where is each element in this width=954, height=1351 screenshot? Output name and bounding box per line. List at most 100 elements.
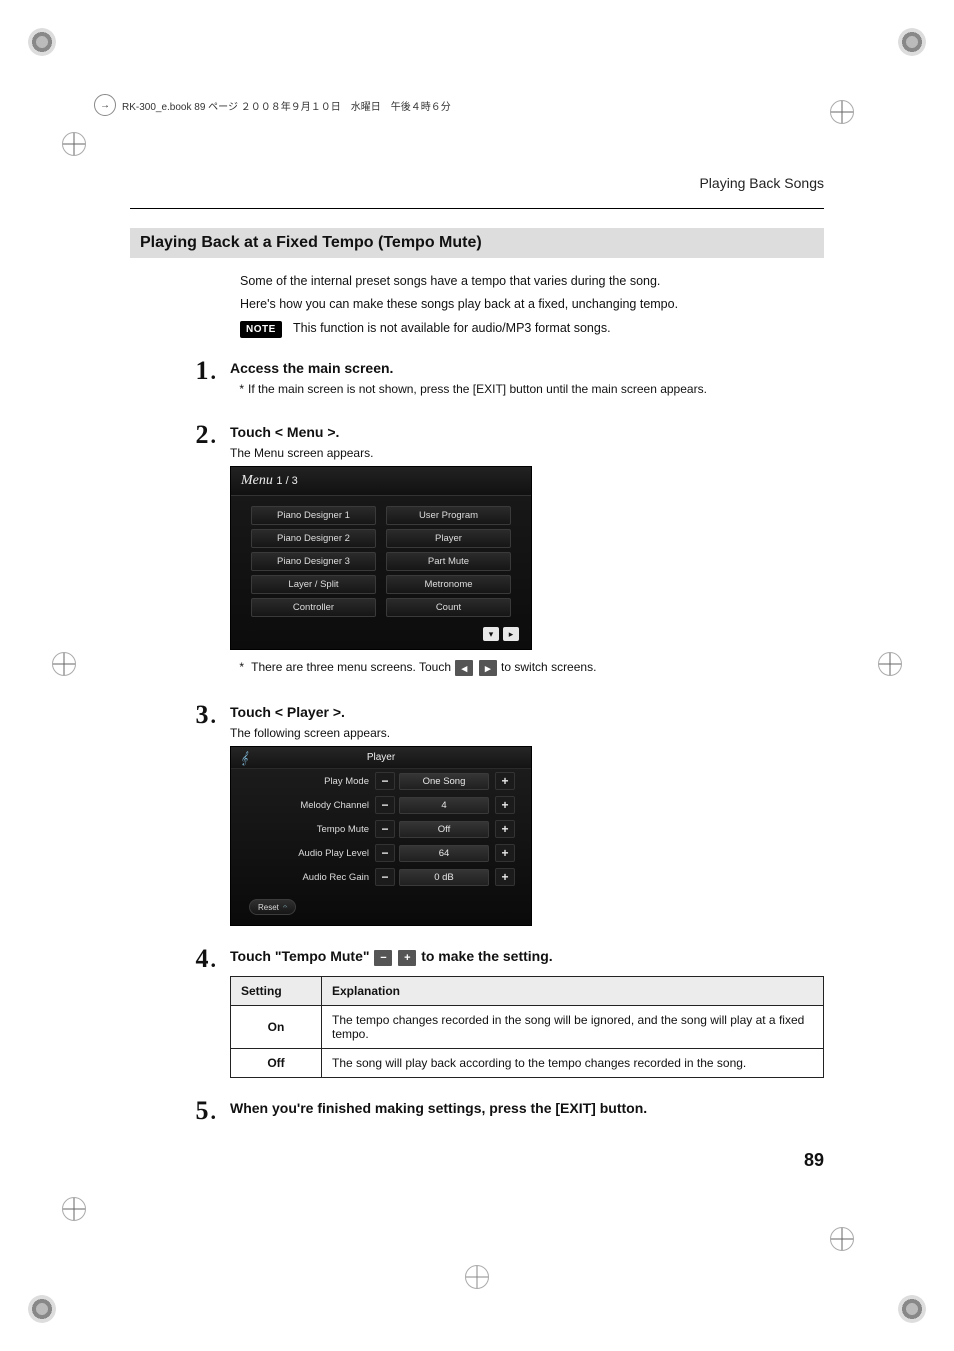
player-row-value: One Song [399, 773, 489, 790]
crop-mark-icon [898, 1295, 926, 1323]
arrow-right-icon: → [94, 94, 116, 116]
page-next-icon[interactable]: ▸ [503, 627, 519, 641]
step-title: Access the main screen. [230, 360, 824, 376]
step-aside: *If the main screen is not shown, press … [248, 382, 824, 396]
minus-button[interactable]: − [375, 868, 395, 886]
menu-item[interactable]: User Program [386, 506, 511, 525]
menu-grid: Piano Designer 1 User Program Piano Desi… [231, 496, 531, 623]
player-row-label: Melody Channel [249, 800, 369, 811]
menu-item[interactable]: Part Mute [386, 552, 511, 571]
setting-key: Off [231, 1048, 322, 1077]
minus-button[interactable]: − [375, 820, 395, 838]
step-aside: * There are three menu screens. Touch ◂ … [248, 660, 824, 676]
table-header-setting: Setting [231, 976, 322, 1005]
menu-item[interactable]: Player [386, 529, 511, 548]
minus-button[interactable]: − [375, 796, 395, 814]
player-row: Melody Channel − 4 + [231, 793, 531, 817]
player-row-label: Tempo Mute [249, 824, 369, 835]
crop-mark-icon [28, 28, 56, 56]
plus-button[interactable]: + [495, 772, 515, 790]
plus-button[interactable]: + [495, 820, 515, 838]
registration-cross-icon [62, 1197, 86, 1221]
step-3: 3. Touch < Player >. The following scree… [130, 700, 824, 926]
registration-cross-icon [830, 1227, 854, 1251]
player-row-value: Off [399, 821, 489, 838]
crop-mark-icon [898, 28, 926, 56]
player-row-value: 4 [399, 797, 489, 814]
step-2: 2. Touch < Menu >. The Menu screen appea… [130, 420, 824, 682]
player-title: 𝄞 Player [231, 747, 531, 769]
player-row-label: Audio Play Level [249, 848, 369, 859]
intro-line: Here's how you can make these songs play… [240, 295, 824, 314]
note-line: NOTE This function is not available for … [240, 319, 824, 339]
step-subtext: The Menu screen appears. [230, 446, 824, 460]
step-title: Touch < Menu >. [230, 424, 824, 440]
reset-button[interactable]: Reset 𝄐 [249, 899, 296, 915]
menu-screenshot: Menu 1 / 3 Piano Designer 1 User Program… [230, 466, 532, 650]
player-row: Audio Play Level − 64 + [231, 841, 531, 865]
registration-cross-icon [52, 652, 76, 676]
minus-icon[interactable]: − [374, 950, 392, 966]
plus-button[interactable]: + [495, 796, 515, 814]
player-row: Play Mode − One Song + [231, 769, 531, 793]
menu-item[interactable]: Layer / Split [251, 575, 376, 594]
step-number: 1. [130, 356, 230, 386]
player-row-label: Audio Rec Gain [249, 872, 369, 883]
menu-item[interactable]: Metronome [386, 575, 511, 594]
step-number: 3. [130, 700, 230, 730]
player-row-value: 0 dB [399, 869, 489, 886]
step-5: 5. When you're finished making settings,… [130, 1096, 824, 1126]
running-head: Playing Back Songs [699, 175, 824, 191]
settings-table: Setting Explanation On The tempo changes… [230, 976, 824, 1078]
plus-button[interactable]: + [495, 844, 515, 862]
step-1: 1. Access the main screen. *If the main … [130, 356, 824, 402]
minus-button[interactable]: − [375, 844, 395, 862]
table-row: On The tempo changes recorded in the son… [231, 1005, 824, 1048]
plus-icon[interactable]: + [398, 950, 416, 966]
section-intro: Some of the internal preset songs have a… [240, 272, 824, 338]
registration-cross-icon [465, 1265, 489, 1289]
triangle-left-icon[interactable]: ◂ [455, 660, 473, 676]
menu-item[interactable]: Piano Designer 1 [251, 506, 376, 525]
print-header: → RK-300_e.book 89 ページ ２００８年９月１０日 水曜日 午後… [94, 94, 451, 116]
metronome-icon: 𝄞 [237, 751, 251, 765]
step-subtext: The following screen appears. [230, 726, 824, 740]
page-down-icon[interactable]: ▾ [483, 627, 499, 641]
triangle-right-icon[interactable]: ▸ [479, 660, 497, 676]
table-row: Off The song will play back according to… [231, 1048, 824, 1077]
step-number: 4. [130, 944, 230, 974]
registration-cross-icon [878, 652, 902, 676]
step-title: Touch "Tempo Mute" − + to make the setti… [230, 948, 824, 965]
table-header-explanation: Explanation [322, 976, 824, 1005]
setting-value: The tempo changes recorded in the song w… [322, 1005, 824, 1048]
print-header-text: RK-300_e.book 89 ページ ２００８年９月１０日 水曜日 午後４時… [122, 98, 451, 113]
step-number: 2. [130, 420, 230, 450]
step-title: Touch < Player >. [230, 704, 824, 720]
reset-icon: 𝄐 [283, 902, 287, 912]
step-title: When you're finished making settings, pr… [230, 1100, 824, 1116]
menu-item[interactable]: Piano Designer 2 [251, 529, 376, 548]
setting-key: On [231, 1005, 322, 1048]
note-text: This function is not available for audio… [293, 321, 611, 335]
player-screenshot: 𝄞 Player Play Mode − One Song + Melody C… [230, 746, 532, 926]
player-row: Audio Rec Gain − 0 dB + [231, 865, 531, 889]
minus-button[interactable]: − [375, 772, 395, 790]
setting-value: The song will play back according to the… [322, 1048, 824, 1077]
registration-cross-icon [830, 100, 854, 124]
crop-mark-icon [28, 1295, 56, 1323]
note-badge: NOTE [240, 321, 282, 339]
intro-line: Some of the internal preset songs have a… [240, 272, 824, 291]
header-rule [130, 208, 824, 209]
player-row: Tempo Mute − Off + [231, 817, 531, 841]
plus-button[interactable]: + [495, 868, 515, 886]
step-number: 5. [130, 1096, 230, 1126]
step-4: 4. Touch "Tempo Mute" − + to make the se… [130, 944, 824, 1077]
registration-cross-icon [62, 132, 86, 156]
menu-item[interactable]: Count [386, 598, 511, 617]
page-number: 89 [804, 1150, 824, 1171]
player-row-value: 64 [399, 845, 489, 862]
menu-item[interactable]: Piano Designer 3 [251, 552, 376, 571]
menu-item[interactable]: Controller [251, 598, 376, 617]
menu-title: Menu 1 / 3 [231, 467, 531, 496]
player-row-label: Play Mode [249, 776, 369, 787]
